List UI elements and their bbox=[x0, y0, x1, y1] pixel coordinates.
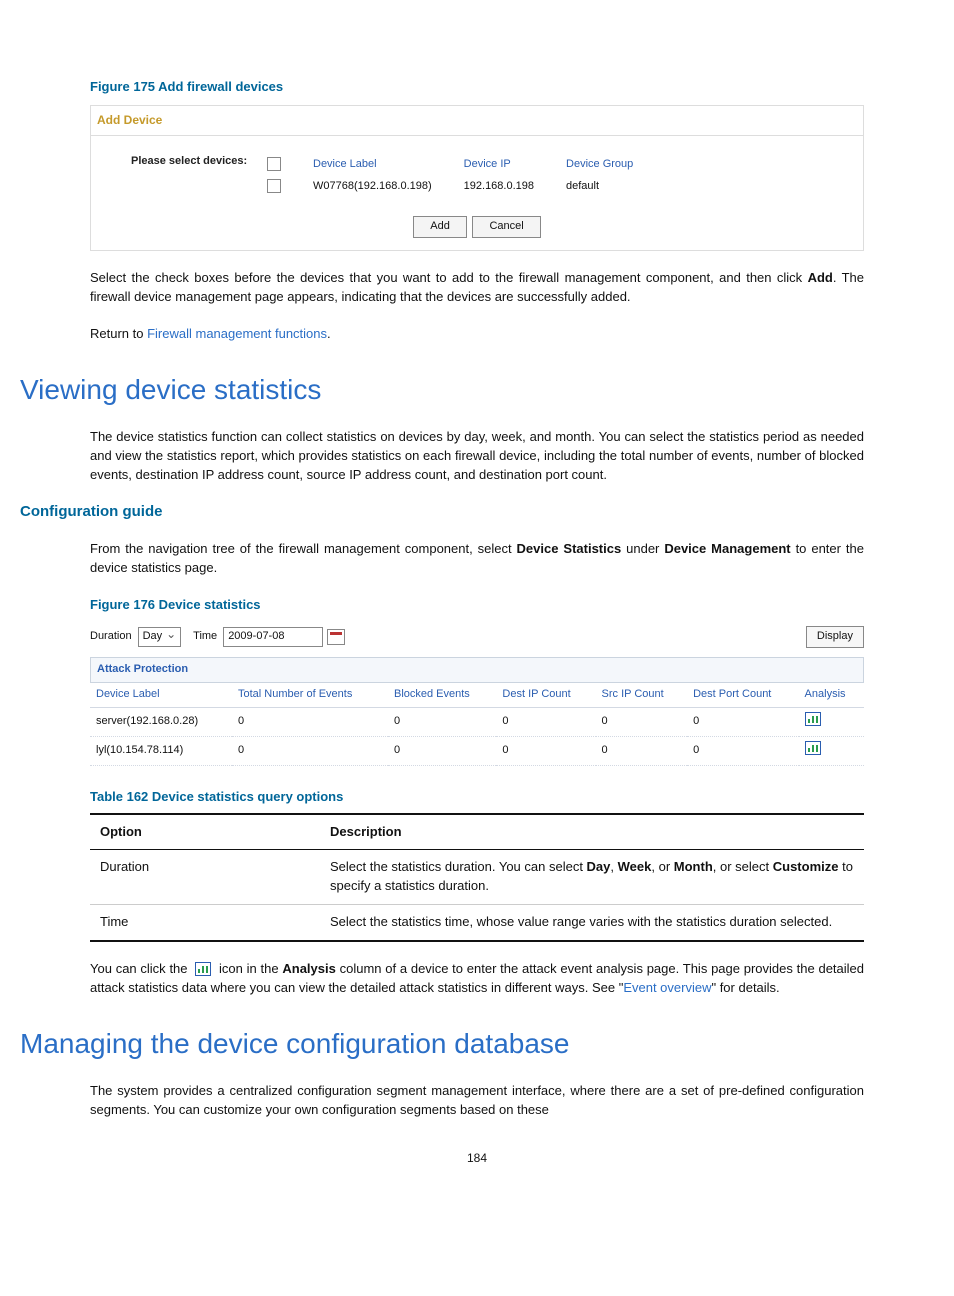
analysis-chart-icon[interactable] bbox=[805, 741, 821, 755]
stats-table: Device Label Total Number of Events Bloc… bbox=[90, 683, 864, 766]
config-guide-heading: Configuration guide bbox=[20, 501, 864, 523]
attack-protection-heading: Attack Protection bbox=[90, 657, 864, 683]
time-label: Time bbox=[193, 629, 217, 645]
device-checkbox[interactable] bbox=[267, 179, 281, 193]
col-device-group: Device Group bbox=[560, 154, 659, 176]
figure-175-caption: Figure 175 Add firewall devices bbox=[90, 78, 864, 97]
device-stats-panel: Duration Day Time 2009-07-08 Display Att… bbox=[90, 623, 864, 766]
col-device: Device Label bbox=[90, 683, 232, 707]
table-162-caption: Table 162 Device statistics query option… bbox=[90, 788, 864, 807]
select-all-checkbox[interactable] bbox=[267, 157, 281, 171]
figure-176-caption: Figure 176 Device statistics bbox=[90, 596, 864, 615]
stats-row: server(192.168.0.28) 0 0 0 0 0 bbox=[90, 707, 864, 736]
paragraph: Select the check boxes before the device… bbox=[90, 269, 864, 307]
section-heading-stats: Viewing device statistics bbox=[20, 370, 864, 411]
calendar-icon[interactable] bbox=[327, 629, 345, 645]
stats-intro: The device statistics function can colle… bbox=[90, 428, 864, 485]
stats-row: lyl(10.154.78.114) 0 0 0 0 0 bbox=[90, 736, 864, 765]
display-button[interactable]: Display bbox=[806, 626, 864, 648]
add-device-panel: Add Device Please select devices: Device… bbox=[90, 105, 864, 251]
col-destport: Dest Port Count bbox=[687, 683, 798, 707]
col-total: Total Number of Events bbox=[232, 683, 388, 707]
col-srcip: Src IP Count bbox=[596, 683, 688, 707]
analysis-chart-icon[interactable] bbox=[805, 712, 821, 726]
device-row: W07768(192.168.0.198) 192.168.0.198 defa… bbox=[261, 176, 659, 198]
col-device-ip: Device IP bbox=[458, 154, 560, 176]
cancel-button[interactable]: Cancel bbox=[472, 216, 540, 238]
col-device-label: Device Label bbox=[307, 154, 458, 176]
after-table-paragraph: You can click the icon in the Analysis c… bbox=[90, 960, 864, 998]
col-option: Option bbox=[90, 814, 320, 850]
device-label-cell: W07768(192.168.0.198) bbox=[307, 176, 458, 198]
duration-select[interactable]: Day bbox=[138, 627, 182, 647]
firewall-mgmt-link[interactable]: Firewall management functions bbox=[147, 326, 327, 341]
col-analysis: Analysis bbox=[799, 683, 864, 707]
add-device-title: Add Device bbox=[91, 106, 863, 136]
event-overview-link[interactable]: Event overview bbox=[623, 980, 711, 995]
add-bold: Add bbox=[808, 270, 833, 285]
col-blocked: Blocked Events bbox=[388, 683, 496, 707]
page-number: 184 bbox=[90, 1150, 864, 1167]
option-row: Duration Select the statistics duration.… bbox=[90, 850, 864, 905]
paragraph: Return to Firewall management functions. bbox=[90, 325, 864, 344]
col-destip: Dest IP Count bbox=[496, 683, 595, 707]
config-guide-text: From the navigation tree of the firewall… bbox=[90, 540, 864, 578]
db-intro: The system provides a centralized config… bbox=[90, 1082, 864, 1120]
query-options-table: Option Description Duration Select the s… bbox=[90, 813, 864, 942]
col-description: Description bbox=[320, 814, 864, 850]
analysis-chart-icon bbox=[195, 962, 211, 976]
duration-label: Duration bbox=[90, 629, 132, 645]
please-select-label: Please select devices: bbox=[131, 154, 261, 198]
device-ip-cell: 192.168.0.198 bbox=[458, 176, 560, 198]
add-button[interactable]: Add bbox=[413, 216, 467, 238]
section-heading-db: Managing the device configuration databa… bbox=[20, 1024, 864, 1065]
option-row: Time Select the statistics time, whose v… bbox=[90, 905, 864, 941]
time-input[interactable]: 2009-07-08 bbox=[223, 627, 323, 647]
device-group-cell: default bbox=[560, 176, 659, 198]
